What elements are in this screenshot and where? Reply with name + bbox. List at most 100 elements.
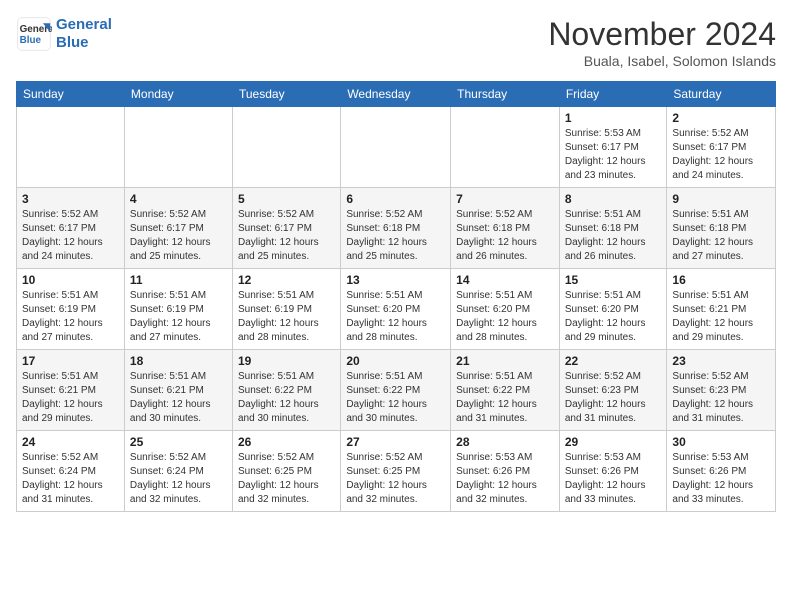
day-info: Sunrise: 5:52 AM Sunset: 6:17 PM Dayligh… xyxy=(672,127,770,183)
calendar-cell: 9Sunrise: 5:51 AM Sunset: 6:18 PM Daylig… xyxy=(667,188,776,269)
day-info: Sunrise: 5:52 AM Sunset: 6:25 PM Dayligh… xyxy=(238,451,335,507)
day-number: 24 xyxy=(22,435,119,449)
calendar-week-1: 3Sunrise: 5:52 AM Sunset: 6:17 PM Daylig… xyxy=(17,188,776,269)
calendar-cell xyxy=(17,107,125,188)
calendar-cell: 1 Sunrise: 5:53 AM Sunset: 6:17 PM Daylig… xyxy=(559,107,667,188)
logo-blue: Blue xyxy=(56,34,89,51)
calendar-week-0: 1 Sunrise: 5:53 AM Sunset: 6:17 PM Daylig… xyxy=(17,107,776,188)
calendar-cell: 14 Sunrise: 5:51 AM Sunset: 6:20 PM Dayli… xyxy=(451,269,560,350)
day-number: 9 xyxy=(672,192,770,206)
calendar-cell xyxy=(451,107,560,188)
day-info: Sunrise: 5:53 AM Sunset: 6:26 PM Dayligh… xyxy=(565,451,662,507)
day-info: Sunrise: 5:52 AM Sunset: 6:18 PM Dayligh… xyxy=(346,208,445,264)
day-number: 2 xyxy=(672,111,770,125)
calendar-week-4: 24 Sunrise: 5:52 AM Sunset: 6:24 PM Dayli… xyxy=(17,431,776,512)
day-info: Sunrise: 5:52 AM Sunset: 6:17 PM Dayligh… xyxy=(238,208,335,264)
header: General Blue General Blue November 2024 … xyxy=(16,16,776,69)
page: General Blue General Blue November 2024 … xyxy=(0,0,792,528)
calendar-week-3: 17 Sunrise: 5:51 AM Sunset: 6:21 PM Dayli… xyxy=(17,350,776,431)
calendar-cell xyxy=(124,107,232,188)
calendar-header-row: SundayMondayTuesdayWednesdayThursdayFrid… xyxy=(17,82,776,107)
day-number: 10 xyxy=(22,273,119,287)
calendar-cell: 23 Sunrise: 5:52 AM Sunset: 6:23 PM Dayli… xyxy=(667,350,776,431)
weekday-header-monday: Monday xyxy=(124,82,232,107)
calendar-cell: 21 Sunrise: 5:51 AM Sunset: 6:22 PM Dayli… xyxy=(451,350,560,431)
day-number: 8 xyxy=(565,192,662,206)
calendar-week-2: 10 Sunrise: 5:51 AM Sunset: 6:19 PM Dayli… xyxy=(17,269,776,350)
day-info: Sunrise: 5:51 AM Sunset: 6:21 PM Dayligh… xyxy=(130,370,227,426)
location-title: Buala, Isabel, Solomon Islands xyxy=(548,53,776,69)
day-number: 26 xyxy=(238,435,335,449)
day-number: 22 xyxy=(565,354,662,368)
calendar-cell: 5Sunrise: 5:52 AM Sunset: 6:17 PM Daylig… xyxy=(232,188,340,269)
day-info: Sunrise: 5:52 AM Sunset: 6:17 PM Dayligh… xyxy=(130,208,227,264)
calendar-cell: 15 Sunrise: 5:51 AM Sunset: 6:20 PM Dayli… xyxy=(559,269,667,350)
title-area: November 2024 Buala, Isabel, Solomon Isl… xyxy=(548,16,776,69)
logo-general: General xyxy=(56,16,112,33)
calendar-cell: 28 Sunrise: 5:53 AM Sunset: 6:26 PM Dayli… xyxy=(451,431,560,512)
day-info: Sunrise: 5:51 AM Sunset: 6:21 PM Dayligh… xyxy=(672,289,770,345)
weekday-header-thursday: Thursday xyxy=(451,82,560,107)
calendar-cell: 26 Sunrise: 5:52 AM Sunset: 6:25 PM Dayli… xyxy=(232,431,340,512)
calendar-cell: 4 Sunrise: 5:52 AM Sunset: 6:17 PM Daylig… xyxy=(124,188,232,269)
day-number: 14 xyxy=(456,273,554,287)
day-info: Sunrise: 5:51 AM Sunset: 6:22 PM Dayligh… xyxy=(456,370,554,426)
logo: General Blue General Blue xyxy=(16,16,112,52)
day-number: 19 xyxy=(238,354,335,368)
calendar-cell: 12 Sunrise: 5:51 AM Sunset: 6:19 PM Dayli… xyxy=(232,269,340,350)
weekday-header-wednesday: Wednesday xyxy=(341,82,451,107)
calendar-cell: 22Sunrise: 5:52 AM Sunset: 6:23 PM Dayli… xyxy=(559,350,667,431)
day-info: Sunrise: 5:51 AM Sunset: 6:22 PM Dayligh… xyxy=(238,370,335,426)
day-number: 28 xyxy=(456,435,554,449)
calendar-cell xyxy=(341,107,451,188)
calendar-cell: 30Sunrise: 5:53 AM Sunset: 6:26 PM Dayli… xyxy=(667,431,776,512)
day-number: 18 xyxy=(130,354,227,368)
calendar-cell: 19 Sunrise: 5:51 AM Sunset: 6:22 PM Dayli… xyxy=(232,350,340,431)
day-info: Sunrise: 5:51 AM Sunset: 6:19 PM Dayligh… xyxy=(238,289,335,345)
weekday-header-tuesday: Tuesday xyxy=(232,82,340,107)
calendar-cell: 6Sunrise: 5:52 AM Sunset: 6:18 PM Daylig… xyxy=(341,188,451,269)
day-number: 17 xyxy=(22,354,119,368)
weekday-header-saturday: Saturday xyxy=(667,82,776,107)
day-number: 15 xyxy=(565,273,662,287)
day-info: Sunrise: 5:51 AM Sunset: 6:20 PM Dayligh… xyxy=(565,289,662,345)
logo-icon: General Blue xyxy=(16,16,52,52)
calendar-cell: 10Sunrise: 5:51 AM Sunset: 6:19 PM Dayli… xyxy=(17,269,125,350)
calendar-cell: 25Sunrise: 5:52 AM Sunset: 6:24 PM Dayli… xyxy=(124,431,232,512)
day-number: 27 xyxy=(346,435,445,449)
day-info: Sunrise: 5:53 AM Sunset: 6:26 PM Dayligh… xyxy=(672,451,770,507)
logo-text: General Blue xyxy=(56,16,112,52)
calendar-cell: 7 Sunrise: 5:52 AM Sunset: 6:18 PM Daylig… xyxy=(451,188,560,269)
day-number: 16 xyxy=(672,273,770,287)
calendar-cell: 3Sunrise: 5:52 AM Sunset: 6:17 PM Daylig… xyxy=(17,188,125,269)
day-number: 13 xyxy=(346,273,445,287)
day-number: 21 xyxy=(456,354,554,368)
day-number: 23 xyxy=(672,354,770,368)
month-title: November 2024 xyxy=(548,16,776,53)
day-info: Sunrise: 5:52 AM Sunset: 6:25 PM Dayligh… xyxy=(346,451,445,507)
calendar-cell: 29 Sunrise: 5:53 AM Sunset: 6:26 PM Dayli… xyxy=(559,431,667,512)
day-info: Sunrise: 5:51 AM Sunset: 6:20 PM Dayligh… xyxy=(456,289,554,345)
day-info: Sunrise: 5:51 AM Sunset: 6:18 PM Dayligh… xyxy=(565,208,662,264)
day-info: Sunrise: 5:53 AM Sunset: 6:26 PM Dayligh… xyxy=(456,451,554,507)
calendar-cell: 17Sunrise: 5:51 AM Sunset: 6:21 PM Dayli… xyxy=(17,350,125,431)
day-number: 20 xyxy=(346,354,445,368)
calendar-cell: 13Sunrise: 5:51 AM Sunset: 6:20 PM Dayli… xyxy=(341,269,451,350)
svg-text:Blue: Blue xyxy=(20,35,42,46)
day-info: Sunrise: 5:51 AM Sunset: 6:19 PM Dayligh… xyxy=(130,289,227,345)
day-info: Sunrise: 5:53 AM Sunset: 6:17 PM Dayligh… xyxy=(565,127,662,183)
day-info: Sunrise: 5:52 AM Sunset: 6:24 PM Dayligh… xyxy=(130,451,227,507)
day-info: Sunrise: 5:52 AM Sunset: 6:24 PM Dayligh… xyxy=(22,451,119,507)
calendar-cell xyxy=(232,107,340,188)
day-number: 12 xyxy=(238,273,335,287)
calendar-cell: 18 Sunrise: 5:51 AM Sunset: 6:21 PM Dayli… xyxy=(124,350,232,431)
calendar-cell: 20Sunrise: 5:51 AM Sunset: 6:22 PM Dayli… xyxy=(341,350,451,431)
day-number: 29 xyxy=(565,435,662,449)
day-number: 7 xyxy=(456,192,554,206)
calendar-cell: 16 Sunrise: 5:51 AM Sunset: 6:21 PM Dayli… xyxy=(667,269,776,350)
day-number: 1 xyxy=(565,111,662,125)
weekday-header-friday: Friday xyxy=(559,82,667,107)
day-info: Sunrise: 5:52 AM Sunset: 6:23 PM Dayligh… xyxy=(672,370,770,426)
day-info: Sunrise: 5:52 AM Sunset: 6:18 PM Dayligh… xyxy=(456,208,554,264)
day-number: 4 xyxy=(130,192,227,206)
